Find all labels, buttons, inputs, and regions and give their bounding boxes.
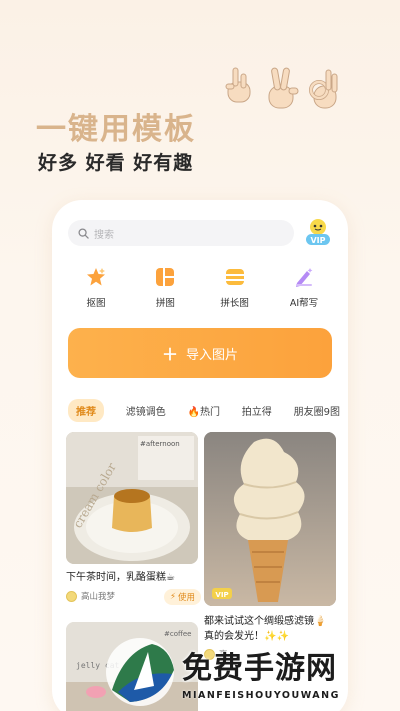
- tab-polaroid[interactable]: 拍立得: [242, 403, 272, 418]
- image-tag-text: #afternoon: [140, 440, 180, 448]
- tool-label: 抠图: [86, 298, 106, 309]
- tab-recommend[interactable]: 推荐: [68, 398, 104, 422]
- ai-pen-icon: [295, 268, 313, 287]
- lightning-icon: ⚡: [170, 592, 176, 602]
- watermark-title: 免费手游网: [182, 651, 337, 686]
- tool-label: AI帮写: [289, 298, 319, 309]
- vip-label: VIP: [215, 591, 228, 599]
- cheesecake-photo: #afternoon cream color: [66, 432, 198, 564]
- tab-moments-9grid[interactable]: 朋友圈9图: [294, 403, 340, 418]
- tool-row: 抠图 拼图 拼长图 AI帮写: [64, 266, 336, 310]
- use-template-button[interactable]: ⚡ 使用: [164, 589, 201, 605]
- tab-filter[interactable]: 滤镜调色: [126, 403, 166, 418]
- tool-cutout[interactable]: 抠图: [64, 266, 128, 310]
- template-author: 高山我梦: [66, 590, 115, 602]
- author-name: 高山我梦: [81, 592, 116, 602]
- ok-circle-hand-icon: [309, 69, 338, 109]
- plus-icon: ＋: [161, 345, 178, 364]
- star-cutout-icon: [87, 268, 105, 286]
- tab-hot[interactable]: 🔥热门: [188, 403, 220, 418]
- search-icon: [78, 227, 89, 239]
- use-label: 使用: [177, 593, 195, 603]
- hero-title: 一键用模板: [36, 112, 196, 147]
- avatar: [66, 590, 77, 602]
- long-image-icon: [225, 269, 244, 285]
- ice-cream-photo: VIP: [204, 432, 336, 606]
- tool-label: 拼图: [155, 298, 175, 309]
- tool-collage[interactable]: 拼图: [133, 266, 197, 310]
- ok-hand-icon: [225, 67, 251, 103]
- search-input[interactable]: 搜索: [68, 220, 294, 246]
- template-card-image[interactable]: #afternoon cream color: [66, 432, 198, 564]
- template-card-image[interactable]: VIP: [204, 432, 336, 606]
- tool-long-image[interactable]: 拼长图: [203, 266, 267, 310]
- category-tabs: 推荐 滤镜调色 🔥热门 拍立得 朋友圈9图: [68, 398, 340, 422]
- hero-subtitle: 好多 好看 好有趣: [38, 152, 194, 174]
- tool-label: 拼长图: [220, 298, 249, 309]
- vip-label: VIP: [310, 236, 325, 245]
- import-button-label: 导入图片: [186, 347, 239, 363]
- peace-hand-icon: [268, 67, 299, 109]
- import-image-button[interactable]: ＋ 导入图片: [68, 328, 332, 378]
- vip-mascot-icon[interactable]: VIP: [302, 216, 334, 248]
- collage-icon: [156, 268, 175, 286]
- watermark-subtitle: MIANFEISHOUYOUWANG: [182, 690, 340, 701]
- tool-ai-write[interactable]: AI帮写: [272, 266, 336, 310]
- search-placeholder: 搜索: [94, 229, 114, 241]
- template-card-title: 下午茶时间，乳酪蛋糕☕: [66, 572, 175, 583]
